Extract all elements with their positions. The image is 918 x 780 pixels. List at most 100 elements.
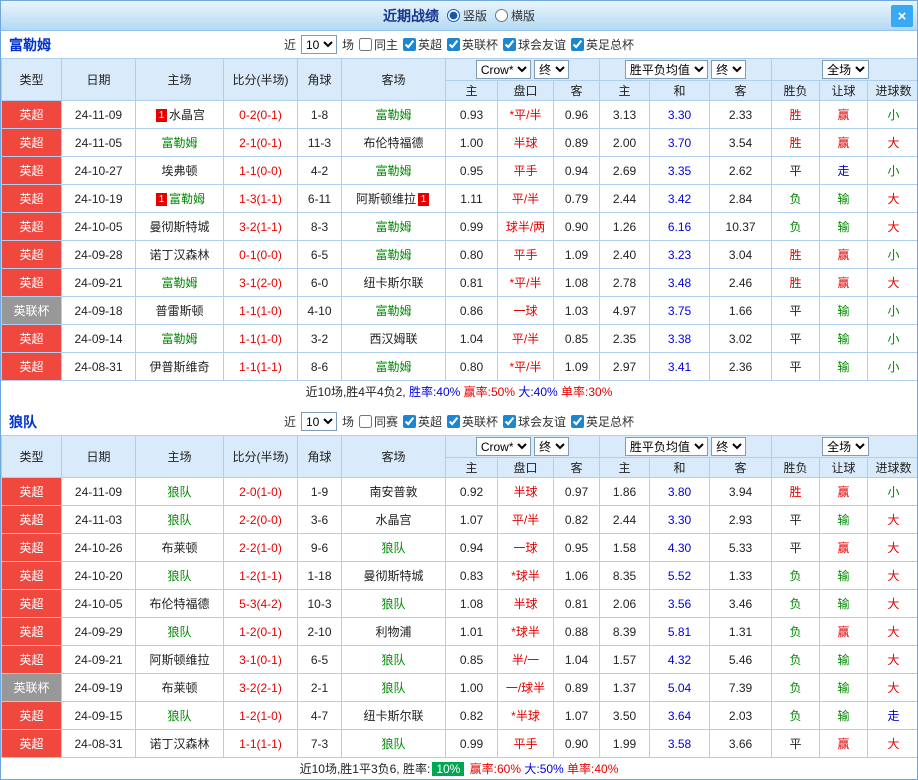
europe-odds-group-header: 胜平负均值 终 — [599, 435, 773, 458]
layout-vertical-radio[interactable] — [446, 9, 460, 22]
col-result: 胜负 — [771, 457, 821, 478]
league-label: 英足总杯 — [586, 38, 635, 52]
asian-home-odds-cell: 0.85 — [445, 645, 498, 674]
asian-home-odds-cell: 0.80 — [445, 352, 498, 381]
team-label: 诺丁汉森林 — [149, 248, 210, 262]
corner-cell: 2-10 — [297, 617, 342, 646]
europe-draw-odds-cell: 3.64 — [649, 701, 711, 730]
league-type-cell: 英联杯 — [1, 296, 62, 325]
asian-away-odds-cell: 0.96 — [552, 100, 601, 129]
league-filter[interactable]: 英超 — [402, 36, 442, 53]
home-team-cell: 阿斯顿维拉 — [135, 645, 224, 674]
goals-result-cell: 大 — [867, 212, 917, 241]
same-filter-checkbox[interactable] — [358, 415, 372, 428]
same-filter[interactable]: 同主 — [358, 36, 398, 53]
away-team-cell: 富勒姆 — [341, 240, 446, 269]
asian-odds-time-select[interactable]: 终 — [534, 60, 570, 79]
europe-draw-odds-cell: 5.52 — [649, 561, 711, 590]
score-cell: 3-2(2-1) — [223, 673, 298, 702]
europe-odds-time-select[interactable]: 终 — [711, 437, 747, 456]
scope-select[interactable]: 全场 — [822, 437, 870, 456]
league-filter[interactable]: 球会友谊 — [503, 413, 566, 430]
league-filter[interactable]: 球会友谊 — [503, 36, 566, 53]
bookmaker-select[interactable]: Crow* — [475, 60, 531, 79]
league-filter[interactable]: 英足总杯 — [571, 413, 634, 430]
corner-cell: 2-1 — [297, 673, 342, 702]
score-cell: 2-2(1-0) — [223, 533, 298, 562]
same-filter[interactable]: 同赛 — [358, 413, 398, 430]
bookmaker-select[interactable]: Crow* — [475, 437, 531, 456]
asian-away-odds-cell: 0.90 — [552, 212, 601, 241]
league-checkbox[interactable] — [402, 38, 416, 51]
corner-cell: 10-3 — [297, 589, 342, 618]
europe-odds-time-select[interactable]: 终 — [711, 60, 747, 79]
match-row: 英超 24-08-31 伊普斯维奇 1-1(1-1) 8-6 富勒姆 0.80 *平/半 1.0… — [1, 352, 917, 381]
sections-container: 富勒姆 近 10 场 同主 英超 英联杯 球会友谊 英足总杯 类型 日期 主场 … — [1, 31, 917, 779]
league-type-cell: 英超 — [1, 184, 62, 213]
league-filter[interactable]: 英联杯 — [447, 36, 498, 53]
score-cell: 1-1(1-1) — [223, 352, 298, 381]
match-result-cell: 胜 — [771, 268, 821, 297]
europe-home-odds-cell: 8.39 — [599, 617, 651, 646]
match-count-select[interactable]: 10 — [300, 412, 337, 431]
layout-vertical-option[interactable]: 竖版 — [446, 7, 487, 24]
corner-cell: 1-9 — [297, 477, 342, 506]
europe-draw-odds-cell: 3.80 — [649, 477, 711, 506]
layout-horizontal-radio[interactable] — [495, 9, 508, 22]
europe-odds-select[interactable]: 胜平负均值 — [624, 60, 708, 79]
asian-home-odds-cell: 0.83 — [445, 561, 498, 590]
league-checkbox[interactable] — [447, 38, 460, 51]
asian-handicap-cell: 半/一 — [497, 645, 554, 674]
handicap-result-cell: 输 — [819, 673, 869, 702]
scope-select[interactable]: 全场 — [822, 60, 870, 79]
home-team-cell: 狼队 — [135, 477, 224, 506]
layout-horizontal-option[interactable]: 横版 — [495, 7, 535, 24]
team-label: 富勒姆 — [375, 248, 412, 262]
asian-away-odds-cell: 1.08 — [552, 268, 601, 297]
goals-result-cell: 小 — [867, 296, 917, 325]
league-type-cell: 英超 — [1, 701, 62, 730]
league-filter[interactable]: 英超 — [402, 413, 442, 430]
match-count-select[interactable]: 10 — [300, 35, 337, 54]
summary-part: 胜率:40% — [408, 385, 461, 399]
team-label: 狼队 — [167, 569, 192, 583]
handicap-result-cell: 输 — [819, 505, 869, 534]
filters-group: 近 10 场 同赛 英超 英联杯 球会友谊 英足总杯 — [284, 412, 634, 431]
asian-home-odds-cell: 1.11 — [445, 184, 498, 213]
league-checkbox[interactable] — [571, 415, 585, 428]
league-filter[interactable]: 英足总杯 — [571, 36, 634, 53]
league-checkbox[interactable] — [503, 38, 517, 51]
league-type-cell: 英超 — [1, 240, 62, 269]
europe-away-odds-cell: 2.46 — [709, 268, 773, 297]
league-checkbox[interactable] — [571, 38, 585, 51]
league-checkbox[interactable] — [402, 415, 416, 428]
handicap-result-cell: 赢 — [819, 100, 869, 129]
europe-home-odds-cell: 1.58 — [599, 533, 651, 562]
europe-home-odds-cell: 2.44 — [599, 184, 651, 213]
match-row: 英超 24-10-19 1 富勒姆 1-3(1-1) 6-11 阿斯顿维拉 1 1.11 平/半 0… — [1, 184, 917, 213]
team-label: 布莱顿 — [161, 681, 198, 695]
date-cell: 24-09-21 — [61, 268, 136, 297]
same-filter-checkbox[interactable] — [358, 38, 372, 51]
corner-cell: 1-18 — [297, 561, 342, 590]
same-filter-label: 同主 — [373, 38, 398, 52]
match-result-cell: 胜 — [771, 128, 821, 157]
home-team-cell: 普雷斯顿 — [135, 296, 224, 325]
red-card-badge: 1 — [155, 109, 167, 122]
europe-odds-select[interactable]: 胜平负均值 — [624, 437, 708, 456]
match-row: 英超 24-11-09 狼队 2-0(1-0) 1-9 南安普敦 0.92 半球 0.97 1.8… — [1, 477, 917, 506]
asian-home-odds-cell: 0.80 — [445, 240, 498, 269]
handicap-result-cell: 赢 — [819, 617, 869, 646]
corner-cell: 4-7 — [297, 701, 342, 730]
score-cell: 1-1(1-1) — [223, 729, 298, 758]
handicap-result-cell: 输 — [819, 645, 869, 674]
league-type-cell: 英超 — [1, 352, 62, 381]
asian-odds-time-select[interactable]: 终 — [534, 437, 570, 456]
close-button[interactable]: × — [891, 5, 913, 27]
europe-away-odds-cell: 3.46 — [709, 589, 773, 618]
league-checkbox[interactable] — [447, 415, 460, 428]
title-group: 近期战绩 竖版 横版 — [383, 6, 535, 26]
league-filter[interactable]: 英联杯 — [447, 413, 498, 430]
league-checkbox[interactable] — [503, 415, 517, 428]
asian-handicap-cell: 半球 — [497, 477, 554, 506]
